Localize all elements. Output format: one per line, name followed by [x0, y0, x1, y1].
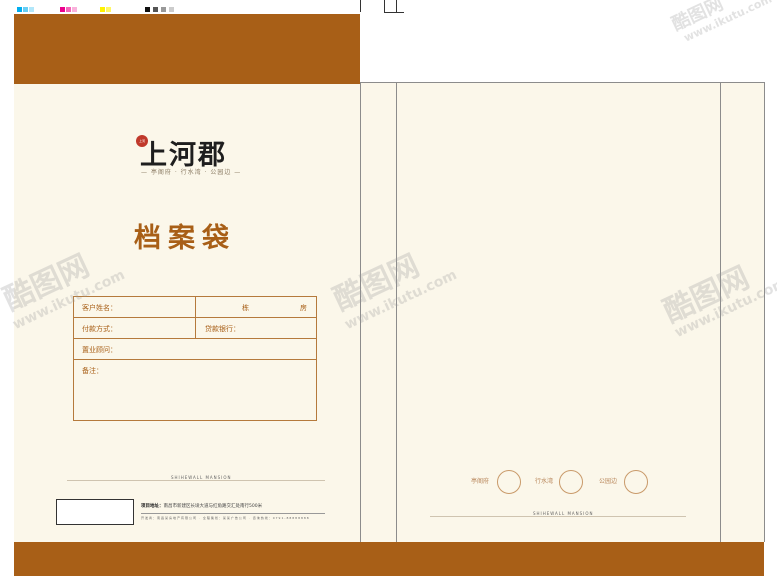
info-form: 客户姓名： 栋 房 付款方式： 贷款银行： 置业顾问： 备注：	[73, 296, 317, 421]
footer-box	[56, 499, 134, 525]
seal-label: 亭阁府	[471, 478, 490, 485]
consultant-label: 置业顾问：	[82, 346, 117, 354]
footer-line	[141, 513, 325, 514]
fold-line	[396, 82, 397, 542]
tagline: — 亭阁府 · 行水湾 · 公园边 —	[141, 169, 242, 176]
crop-mark	[384, 0, 385, 12]
fold-line	[764, 82, 765, 542]
bottom-strip	[14, 542, 764, 576]
page-title: 档案袋	[134, 223, 236, 254]
address-text: 南昌市新建区长堎大道与红角路交汇处南行500米	[163, 504, 263, 509]
remarks-label: 备注：	[82, 367, 103, 375]
customer-name-label: 客户姓名：	[82, 304, 117, 312]
building-label: 栋	[242, 304, 249, 312]
crop-mark	[396, 0, 397, 12]
crop-mark	[360, 0, 361, 12]
seal-label: 公园边	[599, 478, 618, 485]
address-label: 项目地址：	[141, 504, 164, 509]
bank-label: 贷款银行：	[205, 325, 240, 333]
fold-line	[360, 82, 764, 83]
crop-mark	[384, 12, 404, 13]
footer-divider	[67, 480, 325, 481]
address: 项目地址：南昌市新建区长堎大道与红角路交汇处南行500米	[141, 503, 262, 509]
seal-icon	[497, 470, 521, 494]
footer-brand: SHIHEWALL MANSION	[168, 475, 235, 480]
room-label: 房	[300, 304, 307, 312]
seal-icon	[559, 470, 583, 494]
back-footer-brand: SHIHEWALL MANSION	[530, 511, 597, 516]
footer-small: 开发商：南昌某房地产有限公司 · 全程策划：某某广告公司 · 咨询热线：0791…	[141, 516, 310, 520]
front-top-flap	[14, 14, 360, 84]
payment-label: 付款方式：	[82, 325, 117, 333]
back-footer-divider	[430, 516, 686, 517]
seal-icon	[624, 470, 648, 494]
seal-label: 行水湾	[535, 478, 554, 485]
